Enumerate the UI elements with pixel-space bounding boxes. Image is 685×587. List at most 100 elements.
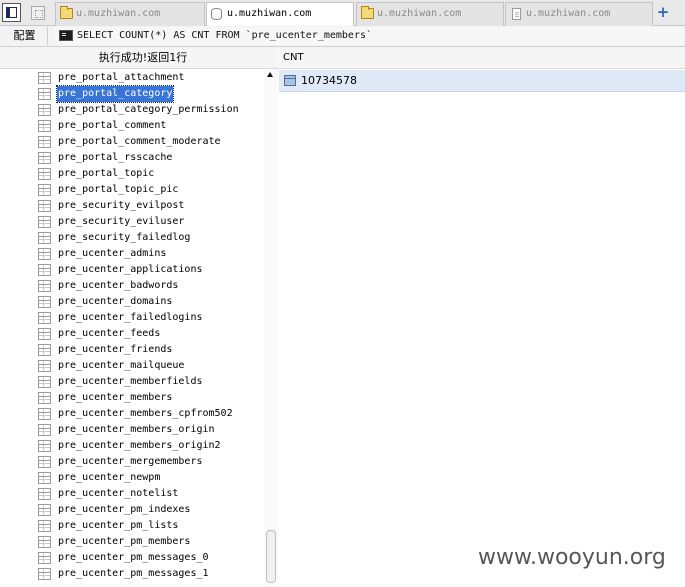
table-list-item[interactable]: pre_ucenter_members_origin [0, 422, 264, 438]
table-list-item[interactable]: pre_ucenter_members_cpfrom502 [0, 406, 264, 422]
table-list-item[interactable]: pre_ucenter_newpm [0, 470, 264, 486]
tab-1[interactable]: u.muzhiwan.com [55, 2, 205, 26]
table-icon [38, 456, 51, 468]
table-icon [38, 72, 51, 84]
table-list-item[interactable]: pre_ucenter_pm_messages_1 [0, 566, 264, 582]
table-list-item[interactable]: pre_portal_comment_moderate [0, 134, 264, 150]
new-tab-button[interactable]: + [655, 4, 671, 22]
table-list-item[interactable]: pre_ucenter_badwords [0, 278, 264, 294]
table-icon [38, 104, 51, 116]
table-list-item[interactable]: pre_ucenter_members [0, 390, 264, 406]
table-list-item[interactable]: pre_portal_topic [0, 166, 264, 182]
table-name: pre_portal_rsscache [58, 152, 173, 163]
tab-2-active[interactable]: u.muzhiwan.com [206, 2, 354, 27]
table-list: pre_portal_attachment pre_portal_category… [0, 70, 264, 587]
table-name: pre_ucenter_memberfields [58, 376, 203, 387]
table-name: pre_ucenter_friends [58, 344, 173, 355]
table-icon [38, 232, 51, 244]
table-name: pre_ucenter_members [58, 392, 173, 403]
table-list-panel: 执行成功!返回1行 pre_portal_attachment pre_porta… [0, 47, 278, 587]
table-icon [38, 520, 51, 532]
config-button[interactable]: 配置 [2, 27, 48, 45]
scroll-thumb[interactable] [266, 530, 276, 583]
table-list-item[interactable]: pre_ucenter_pm_indexes [0, 502, 264, 518]
table-icon [38, 88, 51, 100]
table-list-item[interactable]: pre_ucenter_friends [0, 342, 264, 358]
table-name: pre_ucenter_pm_messages_0 [58, 552, 209, 563]
table-list-item[interactable]: pre_ucenter_memberfields [0, 374, 264, 390]
sql-query-bar[interactable]: SELECT COUNT(*) AS CNT FROM `pre_ucenter… [55, 27, 683, 45]
scroll-up-arrow-icon[interactable] [267, 72, 273, 77]
table-list-item[interactable]: pre_ucenter_domains [0, 294, 264, 310]
table-list-item[interactable]: pre_ucenter_notelist [0, 486, 264, 502]
table-list-item[interactable]: pre_ucenter_mergemembers [0, 454, 264, 470]
table-list-item[interactable]: pre_security_eviluser [0, 214, 264, 230]
folder-icon [60, 6, 73, 19]
cell-icon [284, 75, 296, 86]
table-list-item[interactable]: pre_security_evilpost [0, 198, 264, 214]
table-list-item[interactable]: pre_portal_rsscache [0, 150, 264, 166]
watermark: www.wooyun.org [478, 545, 666, 570]
table-name: pre_portal_category [55, 85, 175, 103]
result-row[interactable]: 10734578 [279, 70, 685, 92]
table-icon [38, 312, 51, 324]
tab-label: u.muzhiwan.com [227, 8, 312, 19]
table-icon [38, 328, 51, 340]
table-icon [38, 248, 51, 260]
table-list-item[interactable]: pre_ucenter_feeds [0, 326, 264, 342]
tab-label: u.muzhiwan.com [76, 8, 161, 19]
table-name: pre_ucenter_failedlogins [58, 312, 203, 323]
table-name: pre_ucenter_badwords [58, 280, 179, 291]
table-list-item[interactable]: pre_security_failedlog [0, 230, 264, 246]
table-list-item[interactable]: pre_portal_category_permission [0, 102, 264, 118]
table-list-item[interactable]: pre_ucenter_pm_members [0, 534, 264, 550]
table-list-item[interactable]: pre_portal_category [0, 85, 264, 103]
table-list-item[interactable]: pre_portal_topic_pic [0, 182, 264, 198]
sql-query-text: SELECT COUNT(*) AS CNT FROM `pre_ucenter… [77, 30, 373, 41]
table-icon [38, 472, 51, 484]
table-icon [38, 216, 51, 228]
panel-toggle-button[interactable] [2, 3, 21, 22]
table-list-item[interactable]: pre_portal_comment [0, 118, 264, 134]
table-name: pre_security_eviluser [58, 216, 185, 227]
table-icon [38, 184, 51, 196]
query-toolbar: 配置 SELECT COUNT(*) AS CNT FROM `pre_ucen… [0, 26, 685, 47]
tab-3[interactable]: u.muzhiwan.com [356, 2, 504, 26]
table-name: pre_ucenter_pm_messages_1 [58, 568, 209, 579]
table-list-item[interactable]: pre_ucenter_failedlogins [0, 310, 264, 326]
table-icon [38, 568, 51, 580]
table-icon [38, 376, 51, 388]
table-list-item[interactable]: pre_ucenter_admins [0, 246, 264, 262]
table-list-item[interactable]: pre_ucenter_mailqueue [0, 358, 264, 374]
table-icon [38, 296, 51, 308]
table-list-scrollbar[interactable] [264, 70, 278, 587]
table-name: pre_ucenter_pm_members [58, 536, 191, 547]
frame-icon [6, 7, 17, 18]
table-icon [38, 360, 51, 372]
table-name: pre_portal_category_permission [58, 104, 239, 115]
table-list-item[interactable]: pre_ucenter_pm_lists [0, 518, 264, 534]
result-value[interactable]: 10734578 [301, 70, 357, 92]
table-list-item[interactable]: pre_ucenter_pm_messages_0 [0, 550, 264, 566]
table-name: pre_ucenter_applications [58, 264, 203, 275]
table-name: pre_portal_attachment [58, 72, 185, 83]
grid-view-button[interactable] [31, 6, 45, 20]
terminal-icon [59, 30, 73, 41]
table-name: pre_ucenter_members_origin [58, 424, 215, 435]
table-icon [38, 408, 51, 420]
table-icon [38, 440, 51, 452]
table-name: pre_portal_topic [58, 168, 155, 179]
table-name: pre_ucenter_mergemembers [58, 456, 203, 467]
table-list-item[interactable]: pre_portal_attachment [0, 70, 264, 86]
table-name: pre_portal_comment [58, 120, 167, 131]
column-header-cnt[interactable]: CNT [279, 47, 685, 69]
table-icon [38, 136, 51, 148]
table-list-item[interactable]: pre_ucenter_members_origin2 [0, 438, 264, 454]
plus-icon: + [656, 3, 670, 21]
table-icon [38, 536, 51, 548]
table-name: pre_ucenter_members_origin2 [58, 440, 221, 451]
table-name: pre_portal_topic_pic [58, 184, 179, 195]
table-icon [38, 392, 51, 404]
table-list-item[interactable]: pre_ucenter_applications [0, 262, 264, 278]
tab-4[interactable]: u.muzhiwan.com [505, 2, 653, 26]
